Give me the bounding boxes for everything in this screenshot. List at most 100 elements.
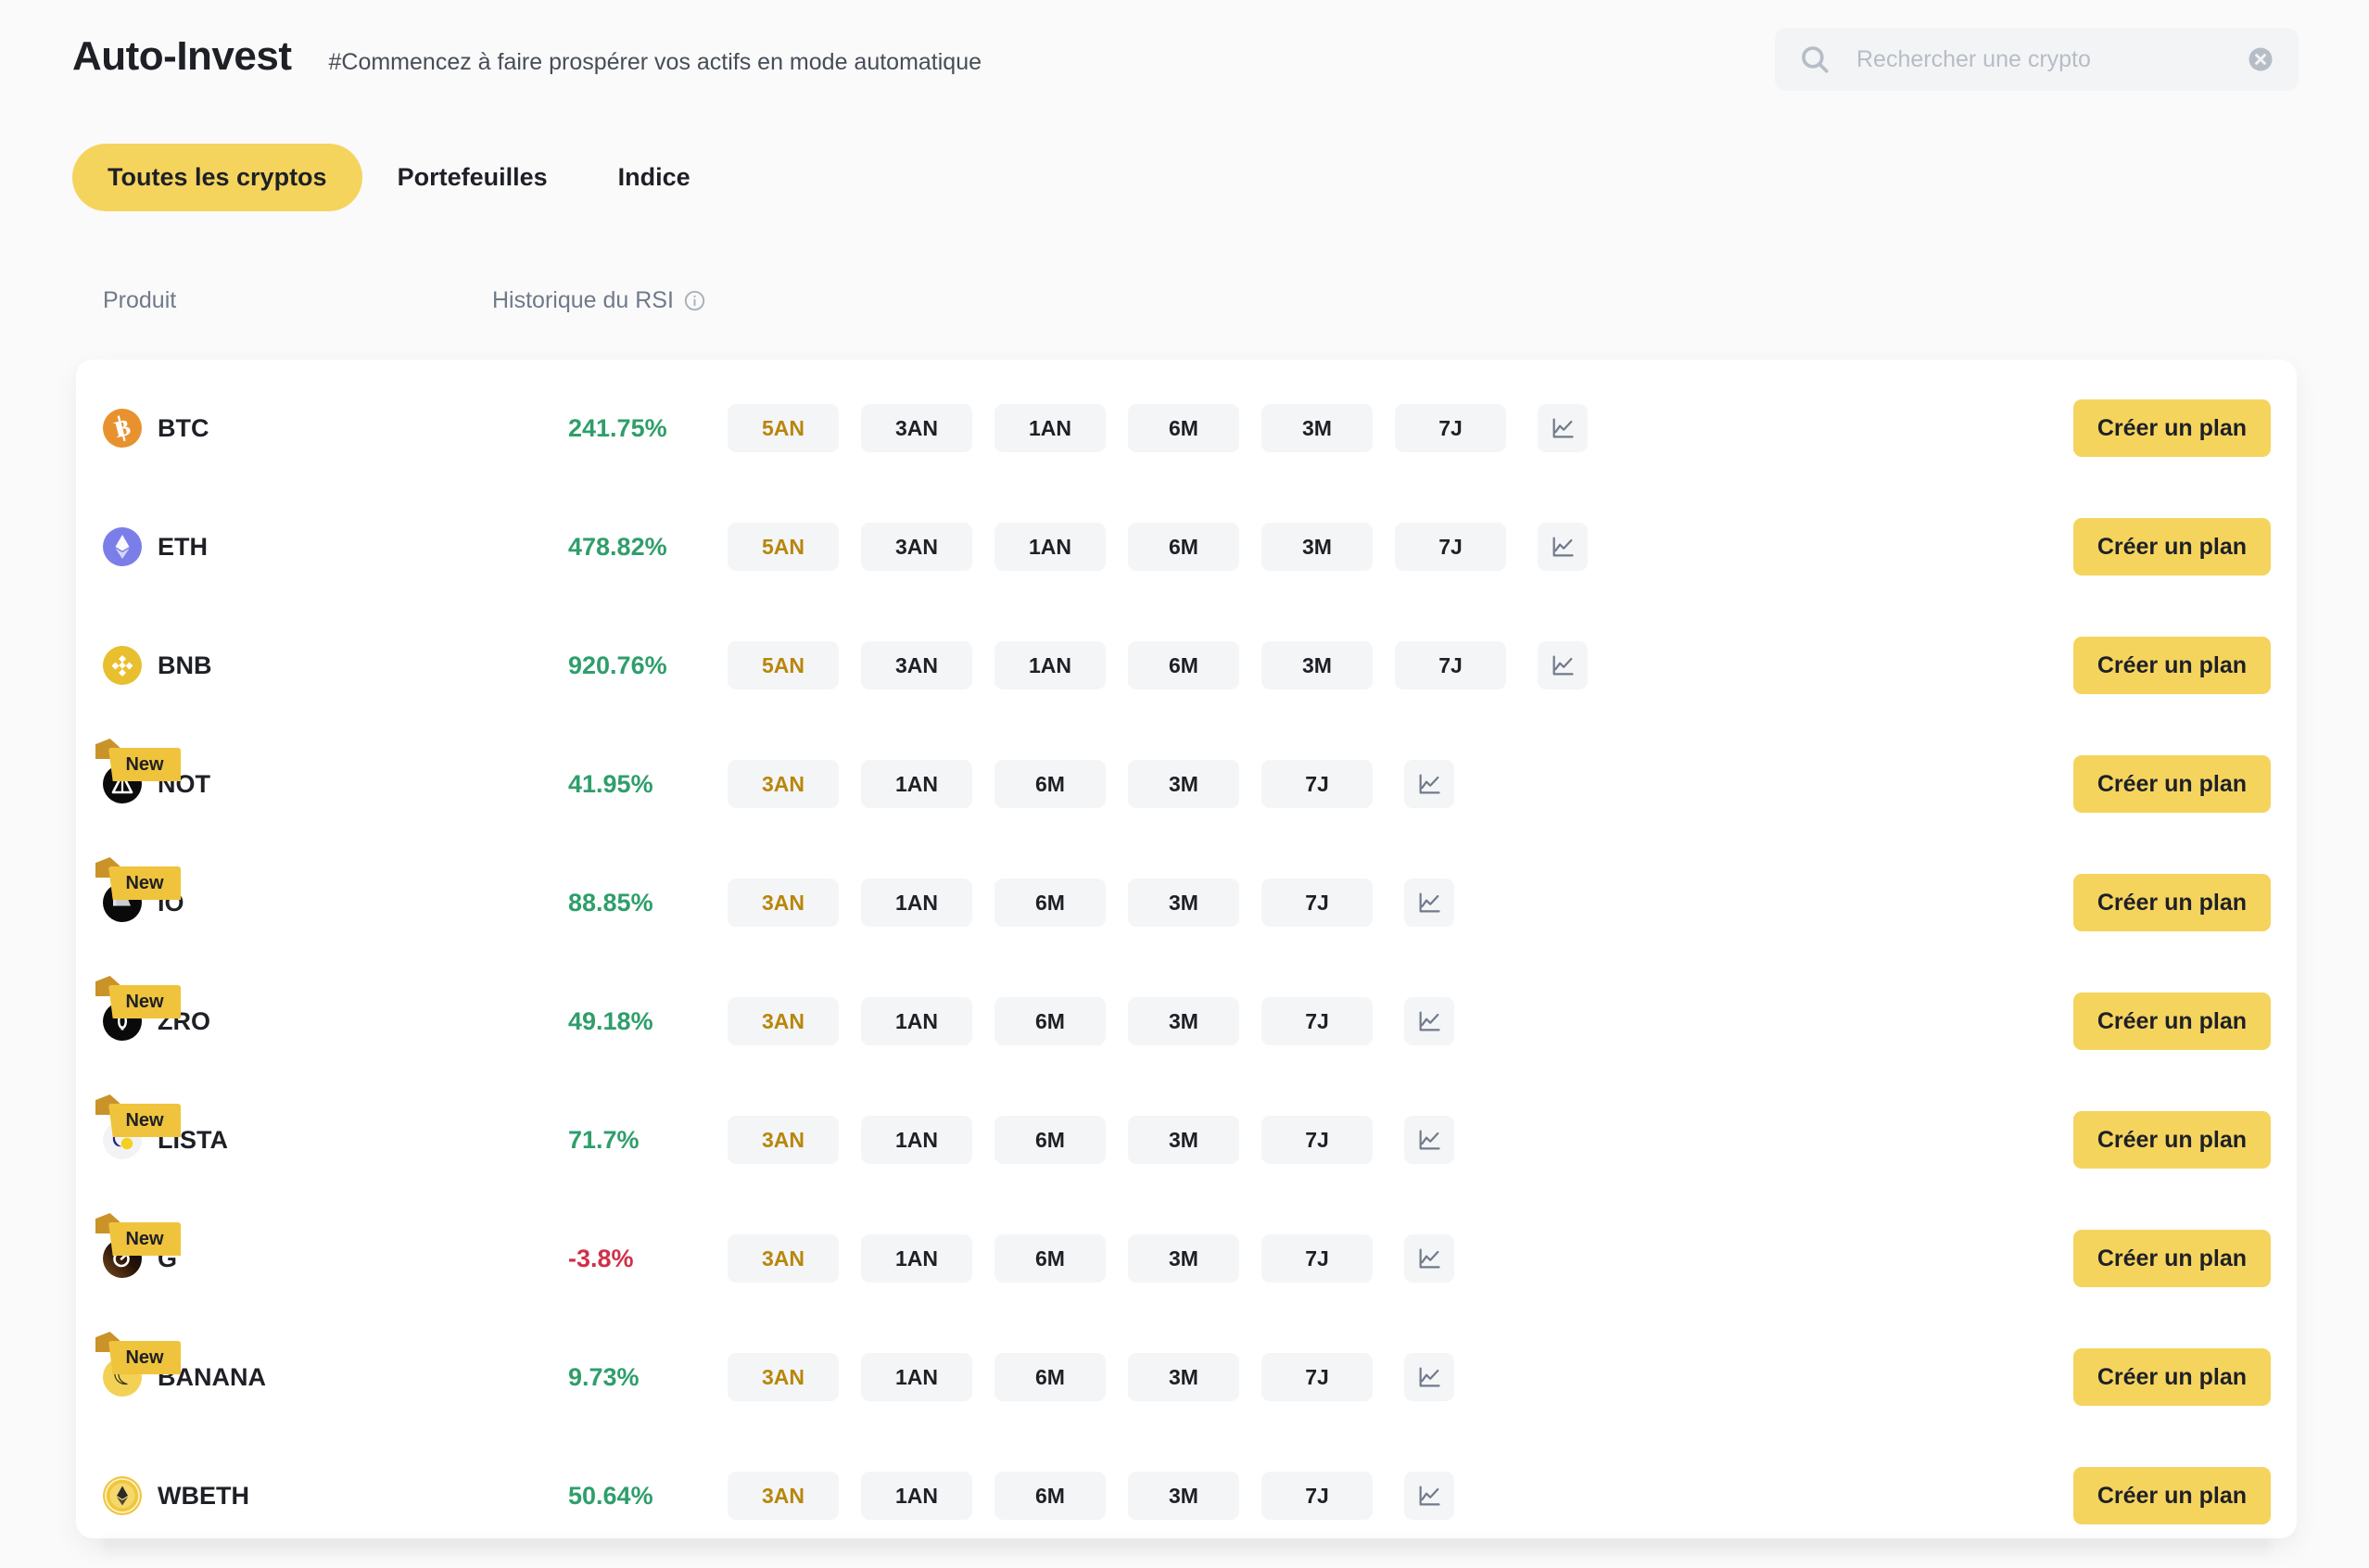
tab-toutes-les-cryptos[interactable]: Toutes les cryptos (72, 144, 362, 211)
search-box[interactable] (1775, 28, 2299, 91)
period-chip-5an[interactable]: 5AN (728, 404, 839, 452)
asset-cell[interactable]: New NOT (95, 739, 474, 803)
period-chip-6m[interactable]: 6M (994, 1353, 1106, 1401)
period-chip-6m[interactable]: 6M (994, 1234, 1106, 1283)
period-chip-1an[interactable]: 1AN (861, 997, 972, 1045)
asset-cell[interactable]: New BANANA (95, 1332, 474, 1397)
tab-indice[interactable]: Indice (583, 144, 726, 211)
period-chip-label: 6M (1035, 1364, 1065, 1389)
tab-portefeuilles[interactable]: Portefeuilles (362, 144, 583, 211)
asset-cell[interactable]: New G (95, 1213, 474, 1278)
create-plan-button[interactable]: Créer un plan (2072, 1111, 2271, 1169)
line-chart-icon[interactable] (1404, 1353, 1454, 1401)
period-chip-3m[interactable]: 3M (1261, 404, 1373, 452)
line-chart-icon[interactable] (1538, 641, 1588, 689)
period-chip-6m[interactable]: 6M (994, 1472, 1106, 1520)
period-chip-label: 1AN (894, 1246, 938, 1271)
period-chip-7j[interactable]: 7J (1261, 997, 1373, 1045)
create-plan-button[interactable]: Créer un plan (2072, 518, 2271, 575)
search-input[interactable] (1856, 45, 2247, 73)
period-chip-3an[interactable]: 3AN (861, 404, 972, 452)
period-chip-3m[interactable]: 3M (1128, 879, 1239, 927)
line-chart-icon[interactable] (1404, 760, 1454, 808)
period-chip-label: 7J (1438, 415, 1463, 440)
period-chip-3an[interactable]: 3AN (728, 997, 839, 1045)
period-chip-3m[interactable]: 3M (1128, 1116, 1239, 1164)
create-plan-button[interactable]: Créer un plan (2072, 1348, 2271, 1406)
period-chip-7j[interactable]: 7J (1261, 760, 1373, 808)
period-chip-1an[interactable]: 1AN (994, 404, 1106, 452)
period-chip-1an[interactable]: 1AN (861, 1234, 972, 1283)
period-chip-3m[interactable]: 3M (1261, 641, 1373, 689)
new-badge-label: New (125, 1347, 164, 1368)
period-chip-5an[interactable]: 5AN (728, 523, 839, 571)
period-chip-7j[interactable]: 7J (1395, 404, 1506, 452)
new-badge-body: New (108, 866, 181, 900)
create-plan-button[interactable]: Créer un plan (2072, 637, 2271, 694)
period-chip-3an[interactable]: 3AN (728, 1116, 839, 1164)
line-chart-icon[interactable] (1538, 404, 1588, 452)
period-chip-7j[interactable]: 7J (1261, 1472, 1373, 1520)
period-chip-6m[interactable]: 6M (994, 997, 1106, 1045)
asset-cell[interactable]: New LISTA (95, 1094, 474, 1159)
new-badge-body: New (108, 985, 181, 1018)
create-plan-button[interactable]: Créer un plan (2072, 874, 2271, 931)
period-chip-1an[interactable]: 1AN (994, 523, 1106, 571)
create-plan-button[interactable]: Créer un plan (2072, 399, 2271, 457)
period-chip-7j[interactable]: 7J (1261, 1353, 1373, 1401)
period-chip-7j[interactable]: 7J (1261, 1116, 1373, 1164)
period-chip-6m[interactable]: 6M (994, 879, 1106, 927)
period-chip-3an[interactable]: 3AN (728, 1353, 839, 1401)
line-chart-icon[interactable] (1404, 997, 1454, 1045)
line-chart-icon[interactable] (1404, 879, 1454, 927)
line-chart-icon[interactable] (1404, 1116, 1454, 1164)
period-chip-6m[interactable]: 6M (994, 1116, 1106, 1164)
clear-search-icon[interactable] (2247, 45, 2274, 73)
asset-cell[interactable]: New IO (95, 857, 474, 922)
asset-cell[interactable]: New ZRO (95, 976, 474, 1041)
period-chip-3an[interactable]: 3AN (861, 641, 972, 689)
period-chip-3m[interactable]: 3M (1128, 997, 1239, 1045)
period-chip-1an[interactable]: 1AN (861, 760, 972, 808)
period-chip-3m[interactable]: 3M (1128, 1234, 1239, 1283)
period-chip-7j[interactable]: 7J (1261, 1234, 1373, 1283)
create-plan-button[interactable]: Créer un plan (2072, 993, 2271, 1050)
period-chip-1an[interactable]: 1AN (861, 1116, 972, 1164)
asset-cell[interactable]: WBETH (103, 1476, 474, 1515)
period-chip-3m[interactable]: 3M (1261, 523, 1373, 571)
period-chip-3an[interactable]: 3AN (861, 523, 972, 571)
period-chip-6m[interactable]: 6M (1128, 404, 1239, 452)
create-plan-button[interactable]: Créer un plan (2072, 755, 2271, 813)
period-chip-3m[interactable]: 3M (1128, 760, 1239, 808)
create-plan-button[interactable]: Créer un plan (2072, 1230, 2271, 1287)
period-chip-3an[interactable]: 3AN (728, 760, 839, 808)
period-chip-6m[interactable]: 6M (1128, 523, 1239, 571)
period-chip-7j[interactable]: 7J (1395, 641, 1506, 689)
period-chip-7j[interactable]: 7J (1395, 523, 1506, 571)
line-chart-icon[interactable] (1404, 1234, 1454, 1283)
asset-cell[interactable]: ETH (103, 527, 474, 566)
period-chip-1an[interactable]: 1AN (994, 641, 1106, 689)
asset-cell[interactable]: BNB (103, 646, 474, 685)
line-chart-icon[interactable] (1404, 1472, 1454, 1520)
period-chip-3an[interactable]: 3AN (728, 1472, 839, 1520)
line-chart-icon[interactable] (1538, 523, 1588, 571)
period-chip-6m[interactable]: 6M (1128, 641, 1239, 689)
period-chip-label: 3M (1169, 771, 1198, 796)
period-chip-1an[interactable]: 1AN (861, 1353, 972, 1401)
period-chip-7j[interactable]: 7J (1261, 879, 1373, 927)
period-chip-1an[interactable]: 1AN (861, 1472, 972, 1520)
period-chip-3m[interactable]: 3M (1128, 1353, 1239, 1401)
period-chip-3m[interactable]: 3M (1128, 1472, 1239, 1520)
new-badge-label: New (125, 1229, 164, 1249)
period-chip-label: 3AN (761, 890, 804, 915)
info-circle-icon[interactable] (683, 289, 706, 312)
create-plan-button[interactable]: Créer un plan (2072, 1467, 2271, 1524)
period-chip-6m[interactable]: 6M (994, 760, 1106, 808)
period-chip-5an[interactable]: 5AN (728, 641, 839, 689)
asset-cell[interactable]: B BTC (103, 409, 474, 448)
period-chip-3an[interactable]: 3AN (728, 879, 839, 927)
period-chip-1an[interactable]: 1AN (861, 879, 972, 927)
period-chip-label: 1AN (894, 1127, 938, 1152)
period-chip-3an[interactable]: 3AN (728, 1234, 839, 1283)
